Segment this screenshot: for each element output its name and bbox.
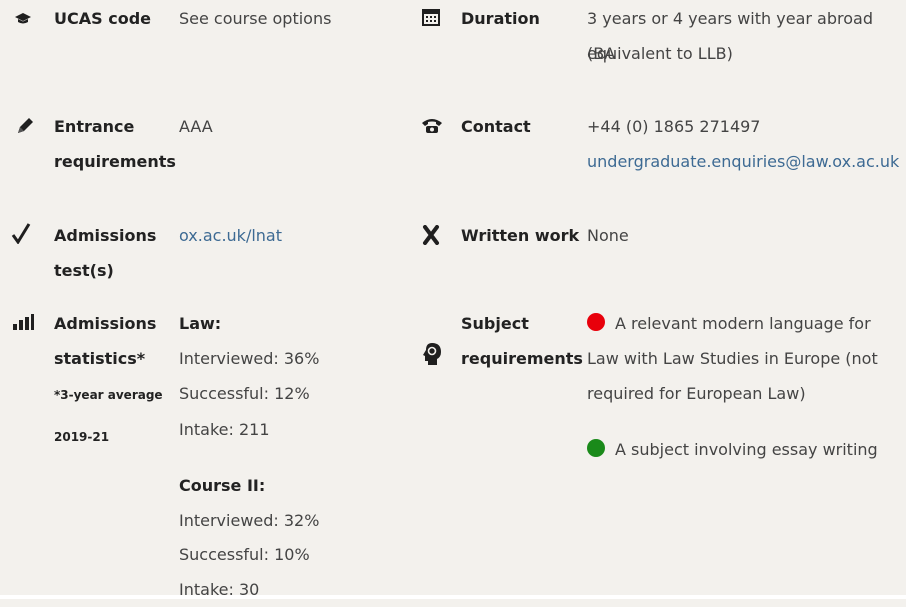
checkmark-icon bbox=[8, 220, 34, 246]
law-successful: Successful: 12% bbox=[179, 384, 310, 403]
entrance-label-line2: requirements bbox=[54, 152, 176, 171]
admissions-stats-label-line2: statistics* bbox=[54, 349, 146, 368]
course2-heading: Course II: bbox=[179, 476, 266, 495]
entrance-label-line1: Entrance bbox=[54, 117, 135, 136]
ucas-code-label: UCAS code bbox=[54, 9, 151, 28]
subject-req-item2: A subject involving essay writing bbox=[587, 432, 878, 467]
law-heading: Law: bbox=[179, 314, 222, 333]
cross-icon bbox=[418, 222, 444, 248]
written-work-value: None bbox=[587, 226, 629, 245]
lnat-link[interactable]: ox.ac.uk/lnat bbox=[179, 218, 282, 253]
admissions-test-label-line1: Admissions bbox=[54, 226, 157, 245]
subject-req-item1-text: A relevant modern language for bbox=[615, 314, 871, 333]
mortarboard-icon bbox=[10, 6, 36, 32]
course2-successful: Successful: 10% bbox=[179, 545, 310, 564]
contact-label: Contact bbox=[461, 117, 531, 136]
duration-value-line2: equivalent to LLB) bbox=[587, 44, 733, 63]
subject-req-item1-line2: Law with Law Studies in Europe (not bbox=[587, 349, 878, 368]
course2-intake: Intake: 30 bbox=[179, 580, 260, 599]
ucas-code-value: See course options bbox=[179, 9, 332, 28]
subject-req-item1-line1: A relevant modern language for bbox=[587, 306, 871, 341]
duration-label: Duration bbox=[461, 9, 540, 28]
calendar-icon bbox=[418, 4, 444, 30]
subject-req-label-line1: Subject bbox=[461, 314, 529, 333]
course2-interviewed: Interviewed: 32% bbox=[179, 511, 320, 530]
required-red-dot bbox=[587, 313, 605, 331]
law-interviewed: Interviewed: 36% bbox=[179, 349, 320, 368]
written-work-label: Written work bbox=[461, 226, 580, 245]
bar-chart-icon bbox=[10, 309, 36, 335]
bottom-divider bbox=[0, 595, 906, 599]
telephone-icon bbox=[419, 113, 445, 139]
contact-email-link[interactable]: undergraduate.enquiries@law.ox.ac.uk bbox=[587, 144, 899, 179]
pencil-icon bbox=[12, 113, 38, 139]
subject-req-item2-text: A subject involving essay writing bbox=[615, 440, 878, 459]
stats-note-line1: *3-year average bbox=[54, 388, 163, 402]
subject-req-label-line2: requirements bbox=[461, 349, 583, 368]
entrance-value: AAA bbox=[179, 117, 213, 136]
subject-req-item1-line3: required for European Law) bbox=[587, 384, 806, 403]
brain-head-icon bbox=[419, 341, 445, 367]
recommended-green-dot bbox=[587, 439, 605, 457]
law-intake: Intake: 211 bbox=[179, 420, 270, 439]
stats-note-line2: 2019-21 bbox=[54, 430, 110, 444]
contact-phone: +44 (0) 1865 271497 bbox=[587, 117, 761, 136]
admissions-stats-label-line1: Admissions bbox=[54, 314, 157, 333]
admissions-test-label-line2: test(s) bbox=[54, 261, 114, 280]
